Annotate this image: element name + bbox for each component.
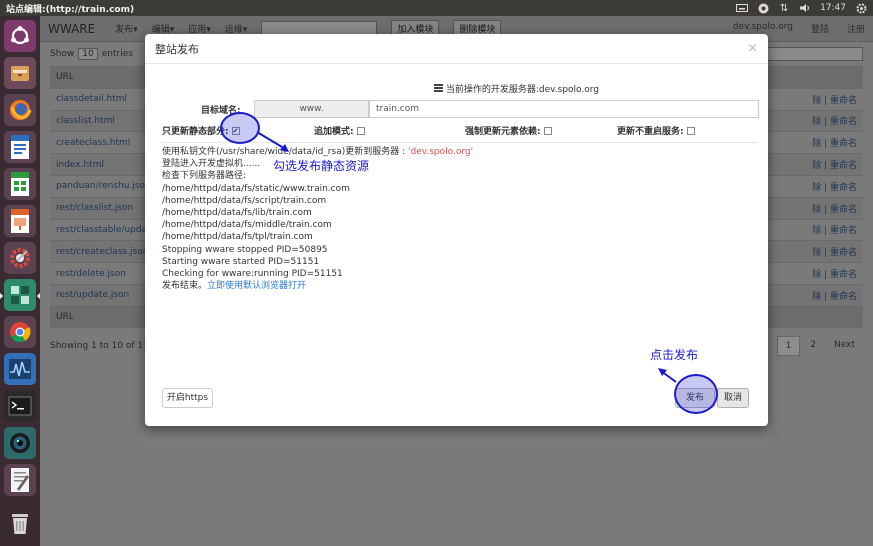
window-title: 站点编辑:(http://train.com) [6, 4, 135, 15]
row-actions[interactable]: 除 | 重命名 [812, 93, 857, 106]
settings-icon[interactable] [4, 242, 36, 274]
brand[interactable]: WWARE [48, 22, 95, 36]
volume-icon[interactable] [799, 2, 811, 14]
log-line: /home/httpd/data/fs/tpl/train.com [162, 232, 313, 243]
page-1[interactable]: 1 [776, 335, 801, 356]
chrome-tray-icon[interactable] [757, 2, 769, 14]
row-actions[interactable]: 除 | 重命名 [812, 267, 857, 280]
option-append: 追加模式: [314, 124, 365, 137]
calc-icon[interactable] [4, 168, 36, 200]
trash-icon[interactable] [4, 507, 36, 539]
app-grid-icon[interactable] [0, 279, 41, 311]
open-in-browser-link[interactable]: 立即使用默认浏览器打开 [207, 281, 306, 291]
menu-publish[interactable]: 发布▾ [115, 22, 138, 35]
show-label: Show [50, 49, 75, 59]
text-editor-icon[interactable] [4, 464, 36, 496]
page-2[interactable]: 2 [802, 336, 824, 356]
system-tray: ⇅ 17:47 [736, 2, 867, 14]
row-url[interactable]: index.html [56, 160, 104, 170]
top-panel: 站点编辑:(http://train.com) ⇅ 17:47 [0, 0, 873, 16]
row-url[interactable]: classdetail.html [56, 94, 127, 104]
row-url[interactable]: rest/classlist.json [56, 203, 133, 213]
sort-icon[interactable]: ⇅ [778, 2, 790, 14]
row-actions[interactable]: 除 | 重命名 [812, 223, 857, 236]
power-gear-icon[interactable] [855, 2, 867, 14]
impress-icon[interactable] [4, 205, 36, 237]
page-next[interactable]: Next [826, 336, 863, 356]
row-url[interactable]: classlist.html [56, 116, 115, 126]
log-line: /home/httpd/data/fs/static/www.train.com [162, 183, 350, 194]
launcher [0, 16, 41, 546]
firefox-icon[interactable] [4, 94, 36, 126]
option-force-label: 强制更新元素依赖: [465, 127, 541, 137]
col-url-footer: URL [56, 312, 74, 323]
current-server-text: 当前操作的开发服务器:dev.spolo.org [445, 85, 600, 95]
server-line: 当前操作的开发服务器:dev.spolo.org [145, 82, 768, 95]
domain-prefix: www. [254, 100, 369, 118]
writer-icon[interactable] [4, 131, 36, 163]
row-url[interactable]: panduan/renshu.json [56, 181, 151, 191]
system-monitor-icon[interactable] [4, 353, 36, 385]
annotation-click-publish: 点击发布 [650, 348, 699, 362]
entries-label: entries [101, 49, 133, 59]
log-text: 发布结束。 [162, 281, 208, 292]
dialog-header: 整站发布 × [145, 34, 768, 64]
log-line: 发布结束。立即使用默认浏览器打开 [162, 280, 473, 292]
row-url[interactable]: rest/createclass.json [56, 247, 148, 257]
server-list-icon [433, 84, 446, 95]
camera-icon[interactable] [4, 427, 36, 459]
domain-input[interactable]: train.com [369, 100, 759, 118]
enable-https-button[interactable]: 开启https [162, 388, 213, 408]
row-actions[interactable]: 除 | 重命名 [812, 180, 857, 193]
option-norestart-label: 更新不重启服务: [617, 127, 684, 137]
annotation-check-static: 勾选发布静态资源 [273, 159, 370, 173]
row-actions[interactable]: 除 | 重命名 [812, 114, 857, 127]
col-url[interactable]: URL [56, 72, 74, 82]
ubuntu-logo-icon[interactable] [4, 20, 36, 52]
cancel-button[interactable]: 取消 [717, 388, 749, 408]
row-actions[interactable]: 除 | 重命名 [812, 245, 857, 258]
row-url[interactable]: rest/delete.json [56, 269, 126, 279]
force-update-checkbox[interactable] [543, 126, 552, 135]
register-link[interactable]: 注册 [847, 22, 865, 35]
option-static-label: 只更新静态部分: [162, 127, 229, 137]
row-url[interactable]: rest/update.json [56, 290, 129, 300]
highlight-circle-static [220, 112, 260, 144]
arrow-static-icon [256, 131, 289, 152]
login-link[interactable]: 登陆 [811, 22, 829, 35]
log-line: Starting wware started PID=51151 [162, 256, 320, 267]
row-actions[interactable]: 除 | 重命名 [812, 289, 857, 302]
append-mode-checkbox[interactable] [356, 126, 365, 135]
page-length-select[interactable]: 10 [78, 48, 98, 60]
log-line: /home/httpd/data/fs/lib/train.com [162, 208, 312, 219]
log-line: Checking for wware:running PID=51151 [162, 269, 343, 280]
keyboard-icon[interactable] [736, 2, 749, 14]
row-actions[interactable]: 除 | 重命名 [812, 158, 857, 171]
log-line: /home/httpd/data/fs/script/train.com [162, 195, 327, 206]
close-icon[interactable]: × [747, 41, 758, 56]
files-icon[interactable] [4, 57, 36, 89]
chrome-icon[interactable] [4, 316, 36, 348]
row-actions[interactable]: 除 | 重命名 [812, 136, 857, 149]
option-force: 强制更新元素依赖: [465, 124, 552, 137]
dialog-title: 整站发布 [155, 42, 199, 56]
highlight-circle-publish [674, 374, 718, 414]
log-server: 'dev.spolo.org' [407, 147, 474, 157]
row-url[interactable]: createclass.html [56, 138, 130, 148]
row-actions[interactable]: 除 | 重命名 [812, 202, 857, 215]
terminal-icon[interactable] [4, 390, 36, 422]
log-line: Stopping wware stopped PID=50895 [162, 244, 328, 255]
no-restart-checkbox[interactable] [686, 126, 695, 135]
option-norestart: 更新不重启服务: [617, 124, 695, 137]
clock[interactable]: 17:47 [820, 3, 846, 13]
divider [161, 142, 758, 143]
log-line: /home/httpd/data/fs/middle/train.com [162, 220, 332, 231]
pagination: 1 2 Next [776, 335, 863, 356]
option-append-label: 追加模式: [314, 127, 354, 137]
